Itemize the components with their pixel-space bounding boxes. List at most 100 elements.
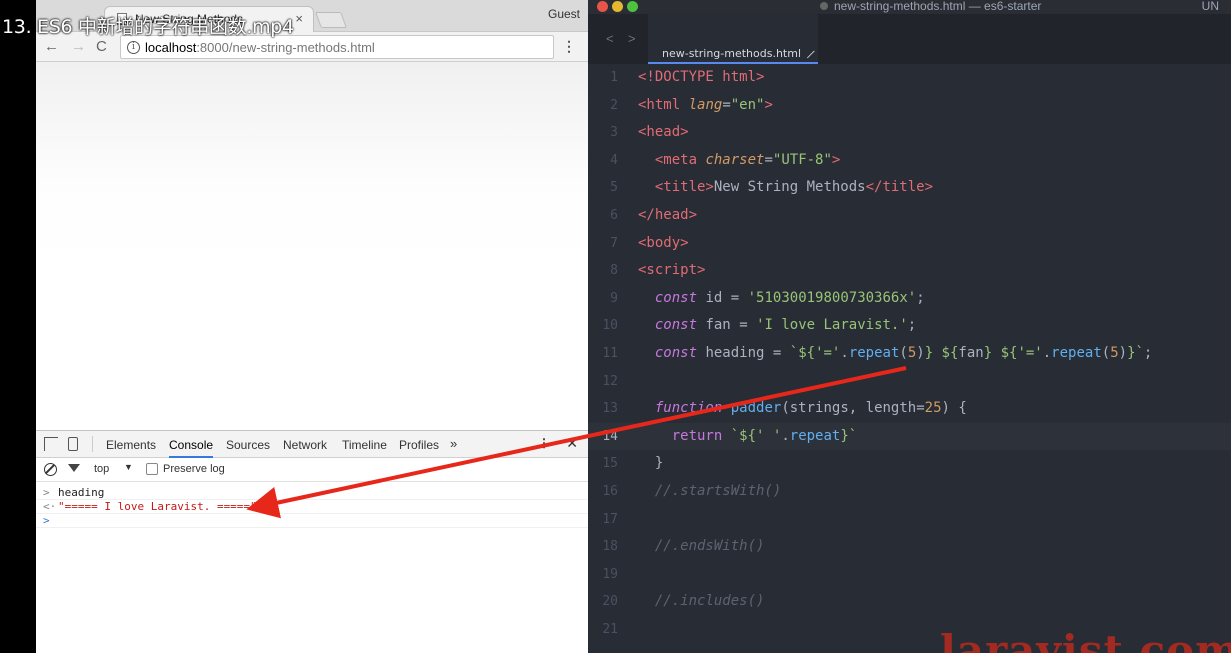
line-number: 10 — [602, 318, 618, 334]
code-area[interactable]: 1 <!DOCTYPE html> 2 <html lang="en"> 3 <hea… — [588, 64, 1231, 643]
code-line-11: 11 const heading = `${'='.repeat(5)} ${f… — [588, 340, 1231, 368]
line-number: 16 — [602, 483, 618, 499]
editor-title-bar: new-string-methods.html — es6-starter UN — [588, 0, 1231, 14]
chrome-browser-window: New String Methods × Guest ← → C i local… — [36, 0, 588, 653]
editor-tab-bar: < > new-string-methods.html | — [588, 14, 1231, 64]
tab-console[interactable]: Console — [169, 438, 214, 458]
line-number: 15 — [602, 456, 618, 472]
line-number: 4 — [610, 152, 618, 168]
console-input-line: > heading — [36, 486, 588, 500]
line-number: 6 — [610, 207, 618, 223]
tab-timeline[interactable]: Timeline — [342, 438, 387, 452]
code-line-8: 8 <script> — [588, 257, 1231, 285]
preserve-log-checkbox[interactable] — [146, 463, 158, 475]
devtools-panel: Elements Console Sources Network Timelin… — [36, 430, 588, 653]
url-host: localhost — [145, 40, 197, 55]
editor-window-title-text: new-string-methods.html — es6-starter — [834, 0, 1042, 13]
code-line-7: 7 <body> — [588, 230, 1231, 258]
code-line-10: 10 const fan = 'I love Laravist.'; — [588, 312, 1231, 340]
context-selector[interactable]: top — [94, 463, 109, 475]
line-number: 19 — [602, 566, 618, 582]
line-number: 21 — [602, 621, 618, 637]
code-line-5: 5 <title>New String Methods</title> — [588, 174, 1231, 202]
chevron-left-icon[interactable]: < — [606, 31, 614, 46]
code-line-17: 17 — [588, 506, 1231, 534]
clear-console-icon[interactable] — [44, 463, 57, 476]
devtools-separator — [92, 436, 93, 452]
line-number: 8 — [610, 263, 618, 279]
code-line-18: 18 //.endsWith() — [588, 533, 1231, 561]
editor-tab-active[interactable]: new-string-methods.html | — [648, 14, 818, 64]
code-line-1: 1 <!DOCTYPE html> — [588, 64, 1231, 92]
video-title: 13. ES6 中新增的字符串函数.mp4 — [2, 16, 294, 38]
back-arrow-icon[interactable]: ← — [44, 38, 59, 55]
output-chevron-icon: <· — [43, 500, 57, 513]
editor-window-title: new-string-methods.html — es6-starter — [820, 0, 1041, 13]
code-line-4: 4 <meta charset="UTF-8"> — [588, 147, 1231, 175]
laravist-watermark: laravist.com — [940, 626, 1231, 653]
line-number: 9 — [610, 290, 618, 306]
editor-tab-label: new-string-methods.html — [662, 47, 802, 60]
tab-profiles[interactable]: Profiles — [399, 438, 439, 452]
chevron-down-icon[interactable]: ▼ — [124, 462, 133, 472]
preserve-log-label: Preserve log — [163, 463, 225, 475]
code-line-3: 3 <head> — [588, 119, 1231, 147]
console-toolbar: top ▼ Preserve log — [36, 458, 588, 482]
guest-profile-label[interactable]: Guest — [548, 7, 580, 21]
left-black-strip — [0, 0, 36, 653]
console-result-text: "===== I love Laravist. =====" — [58, 500, 257, 513]
inspect-element-icon[interactable] — [44, 437, 58, 451]
line-number: 12 — [602, 373, 618, 389]
chrome-menu-icon[interactable]: ⋮ — [562, 38, 576, 55]
forward-arrow-icon[interactable]: → — [71, 38, 86, 55]
line-number: 11 — [602, 345, 618, 361]
line-number: 14 — [602, 428, 618, 444]
line-number: 18 — [602, 539, 618, 555]
minimize-window-button[interactable] — [612, 1, 623, 12]
code-line-13: 13 function padder(strings, length=25) { — [588, 395, 1231, 423]
code-line-9: 9 const id = '51030019800730366x'; — [588, 285, 1231, 313]
console-prompt[interactable]: > — [36, 514, 588, 528]
close-devtools-icon[interactable]: ✕ — [566, 435, 578, 452]
line-number: 2 — [610, 97, 618, 113]
line-number: 3 — [610, 125, 618, 141]
tab-elements[interactable]: Elements — [106, 438, 156, 452]
more-tabs-icon[interactable]: » — [450, 436, 457, 451]
code-line-6: 6 </head> — [588, 202, 1231, 230]
reload-icon[interactable]: C — [96, 38, 107, 55]
code-line-14: 14 return `${' '.repeat}` — [588, 422, 1231, 451]
maximize-window-button[interactable] — [627, 1, 638, 12]
filter-icon[interactable] — [68, 464, 80, 472]
editor-title-right-label: UN — [1201, 0, 1219, 13]
close-window-button[interactable] — [597, 1, 608, 12]
close-tab-icon[interactable]: × — [295, 11, 303, 26]
line-number: 13 — [602, 401, 618, 417]
chevron-right-icon[interactable]: > — [628, 31, 636, 46]
tab-sources[interactable]: Sources — [226, 438, 270, 452]
code-line-15: 15 } — [588, 450, 1231, 478]
code-line-19: 19 — [588, 561, 1231, 589]
input-chevron-icon: > — [43, 486, 50, 499]
devtools-menu-icon[interactable]: ⋮ — [538, 436, 550, 450]
prompt-chevron-icon: > — [43, 514, 50, 527]
line-number: 1 — [610, 70, 618, 85]
tab-network[interactable]: Network — [283, 438, 327, 452]
code-line-20: 20 //.includes() — [588, 588, 1231, 616]
console-output: > heading <· "===== I love Laravist. ===… — [36, 486, 588, 528]
line-number: 20 — [602, 594, 618, 610]
file-proxy-icon — [820, 2, 828, 10]
line-number: 7 — [610, 235, 618, 251]
console-result-line: <· "===== I love Laravist. =====" — [36, 500, 588, 514]
devtools-tab-bar: Elements Console Sources Network Timelin… — [36, 431, 588, 458]
new-tab-button[interactable] — [315, 12, 347, 28]
info-icon[interactable]: i — [127, 41, 140, 54]
code-editor-window: new-string-methods.html — es6-starter UN… — [588, 0, 1231, 653]
line-number: 5 — [610, 180, 618, 196]
console-input-text: heading — [58, 486, 105, 499]
modified-pencil-icon: | — [805, 49, 816, 60]
code-line-12: 12 — [588, 368, 1231, 396]
device-toolbar-icon[interactable] — [68, 437, 78, 451]
code-line-2: 2 <html lang="en"> — [588, 92, 1231, 120]
url-path: :8000/new-string-methods.html — [196, 40, 375, 55]
code-line-16: 16 //.startsWith() — [588, 478, 1231, 506]
